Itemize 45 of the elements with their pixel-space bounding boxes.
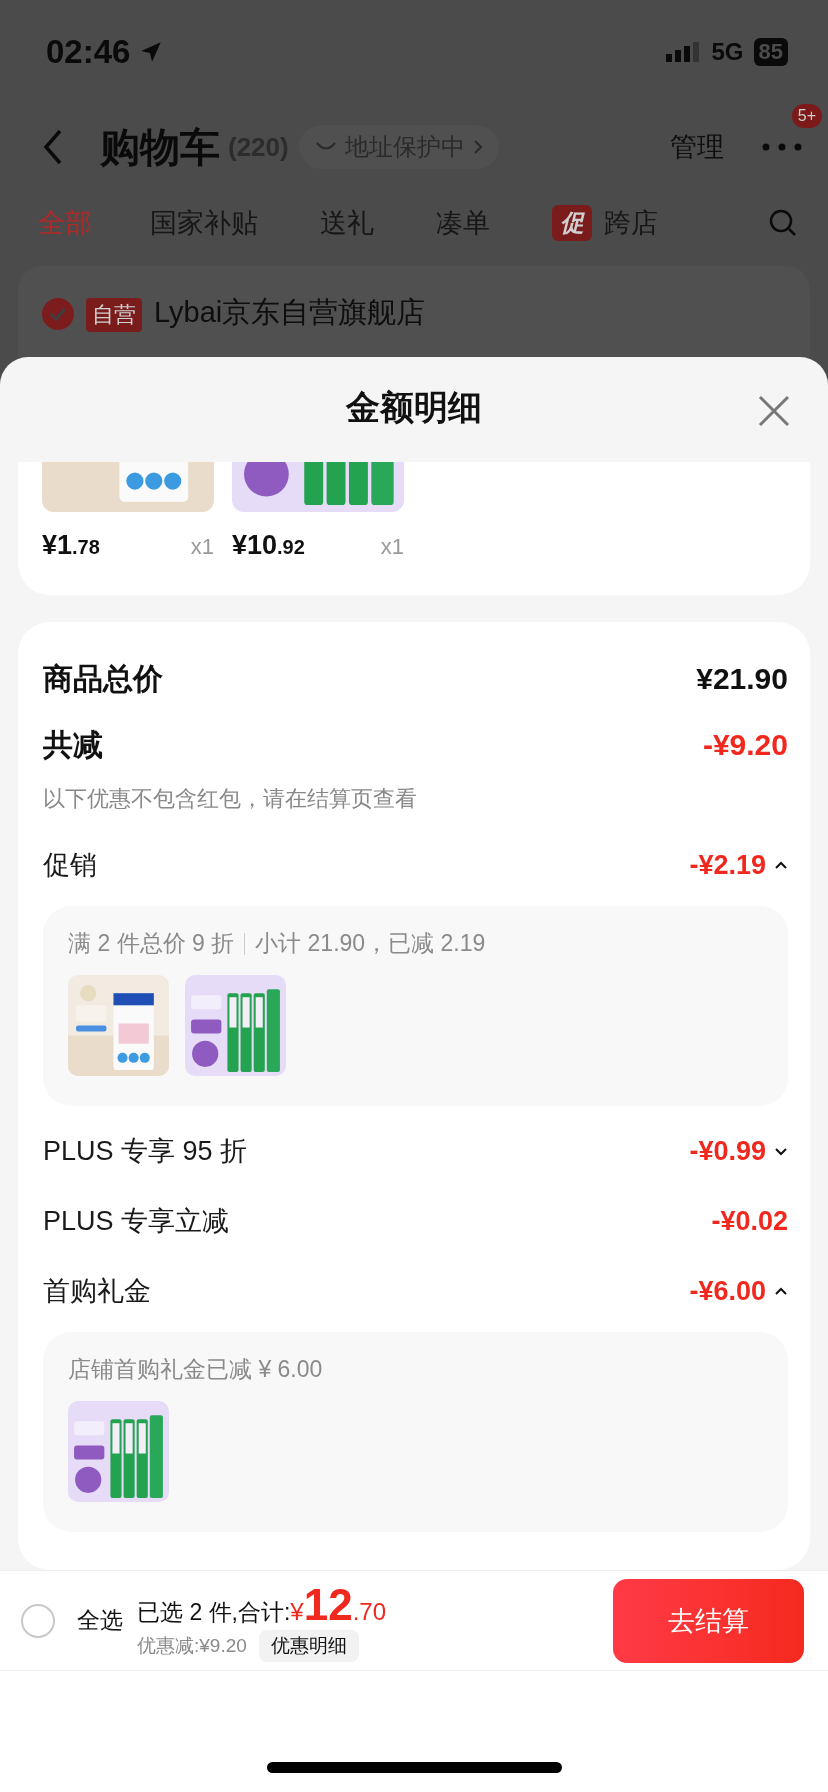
checkmark-icon	[49, 307, 67, 321]
chevron-right-icon	[472, 139, 483, 155]
checkout-button[interactable]: 去结算	[613, 1578, 804, 1663]
promo-tag: 促	[552, 205, 592, 241]
sheet-title: 金额明细	[346, 387, 482, 428]
discount-value[interactable]: -¥0.99	[689, 1135, 788, 1167]
product-quantity: x1	[380, 534, 404, 560]
signal-icon	[665, 40, 702, 64]
discount-value[interactable]: -¥2.19	[689, 849, 788, 881]
total-label: 商品总价	[43, 660, 163, 697]
discount-detail-text: 小计 21.90，已减 2.19	[255, 929, 486, 958]
page-title: 购物车	[100, 123, 220, 171]
discount-value: -¥0.02	[711, 1205, 788, 1237]
back-icon[interactable]	[42, 128, 64, 166]
selected-total: 已选 2 件,合计:¥12.70	[137, 1579, 387, 1630]
product-price: ¥1.78	[42, 530, 100, 561]
discount-label: PLUS 专享立减	[43, 1205, 230, 1238]
discount-amount: 优惠减:¥9.20	[137, 1633, 247, 1658]
total-value: ¥21.90	[696, 662, 788, 696]
discount-label: 促销	[43, 849, 97, 882]
store-checkbox[interactable]	[42, 298, 74, 330]
store-name[interactable]: Lybai京东自营旗舰店	[154, 298, 426, 327]
discount-detail-text: 店铺首购礼金已减 ¥ 6.00	[68, 1355, 324, 1384]
discount-rule: 满 2 件总价 9 折	[68, 929, 235, 958]
select-all-radio[interactable]	[21, 1603, 55, 1638]
search-icon[interactable]	[768, 208, 798, 238]
manage-button[interactable]: 管理	[670, 129, 724, 165]
discount-details-button[interactable]: 优惠明细	[258, 1629, 359, 1662]
discount-note: 以下优惠不包含红包，请在结算页查看	[43, 785, 418, 813]
notification-badge: 5+	[791, 104, 822, 128]
product-price: ¥10.92	[232, 530, 305, 561]
select-all-label[interactable]: 全选	[77, 1605, 123, 1636]
status-time: 02:46	[46, 33, 131, 71]
reduction-value: -¥9.20	[702, 728, 788, 762]
chevron-up-icon	[774, 860, 788, 870]
chevron-up-icon	[774, 1286, 788, 1296]
discount-label: PLUS 专享 95 折	[43, 1135, 248, 1168]
discount-value[interactable]: -¥6.00	[689, 1275, 788, 1307]
discount-label: 首购礼金	[43, 1275, 151, 1308]
reduction-label: 共减	[43, 726, 103, 763]
battery-level: 85	[753, 38, 788, 66]
chevron-down-icon	[774, 1146, 788, 1156]
self-operated-tag: 自营	[86, 298, 142, 332]
network-label: 5G	[711, 38, 744, 66]
product-quantity: x1	[190, 534, 214, 560]
